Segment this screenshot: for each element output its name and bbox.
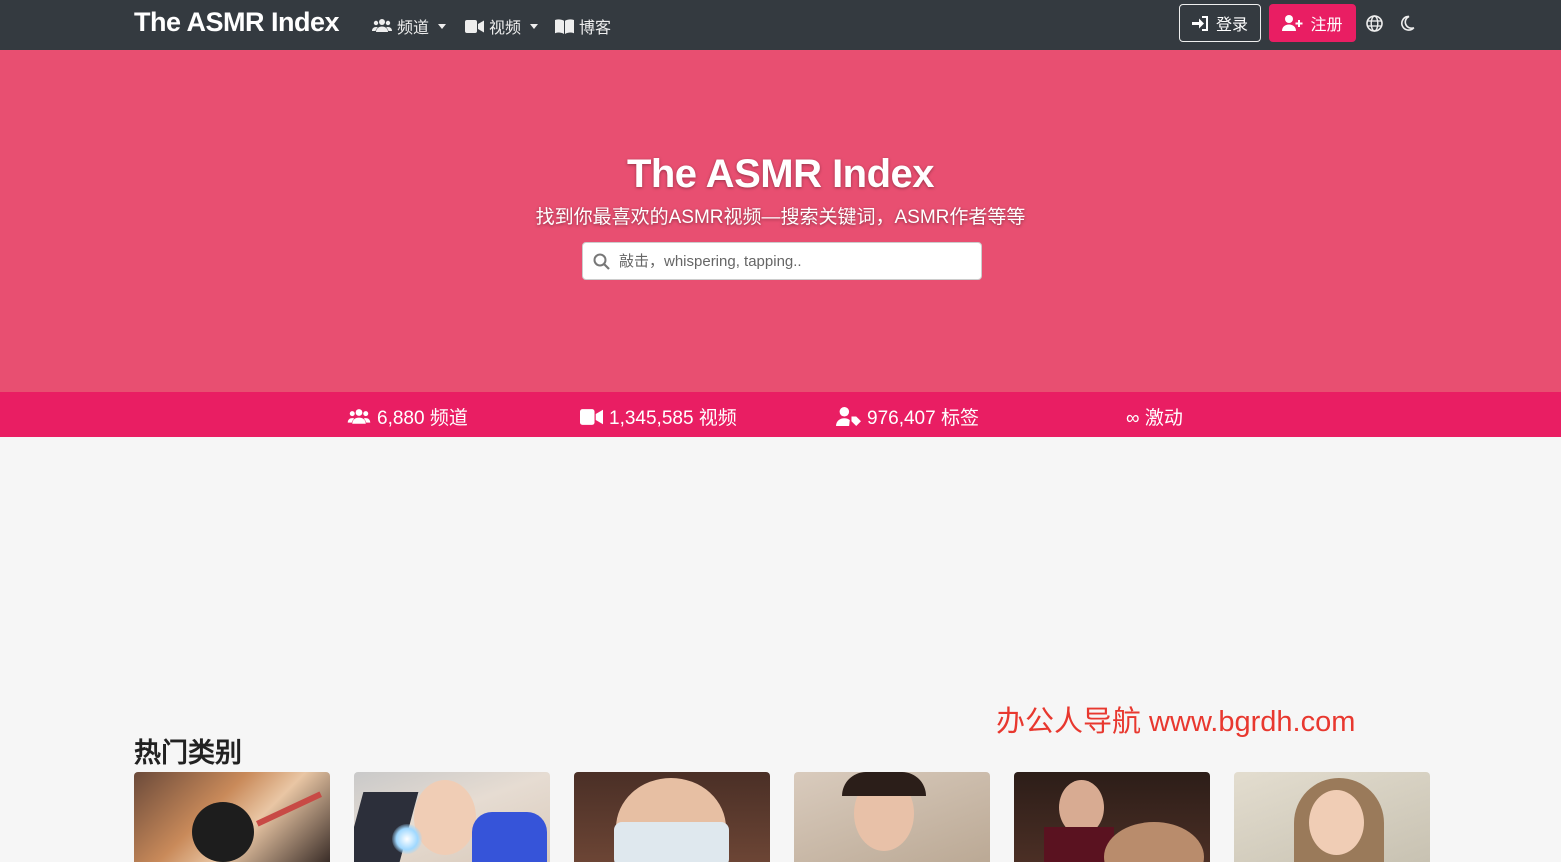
register-label: 注册 — [1310, 17, 1343, 34]
nav-blog-label: 博客 — [579, 20, 612, 37]
category-thumbnail[interactable] — [1234, 772, 1430, 862]
sign-in-icon — [1191, 15, 1208, 31]
category-thumbnail[interactable] — [574, 772, 770, 862]
register-button[interactable]: 注册 — [1269, 4, 1356, 42]
blue-glove-shape — [472, 812, 547, 862]
watermark-text: 办公人导航 www.bgrdh.com — [996, 706, 1356, 738]
nav-channels-label: 频道 — [397, 20, 430, 37]
globe-icon — [1365, 14, 1383, 32]
users-icon — [372, 19, 392, 32]
brand-logo[interactable]: The ASMR Index — [134, 7, 340, 38]
category-thumbnail[interactable] — [1014, 772, 1210, 862]
nav-channels-dropdown[interactable]: 频道 — [372, 14, 447, 38]
login-button[interactable]: 登录 — [1179, 4, 1261, 42]
stat-channels[interactable]: 6,880 频道 — [347, 403, 468, 430]
stat-videos[interactable]: 1,345,585 视频 — [580, 403, 737, 430]
users-icon — [347, 408, 371, 424]
user-tag-icon — [836, 407, 861, 426]
nav-videos-dropdown[interactable]: 视频 — [465, 14, 539, 38]
user-plus-icon — [1282, 15, 1303, 31]
category-thumbnail[interactable] — [354, 772, 550, 862]
mask-shape — [614, 822, 729, 862]
microphone-shape — [192, 802, 254, 862]
login-label: 登录 — [1215, 17, 1248, 34]
top-navbar: The ASMR Index 频道 视频 博客 登录 注册 — [0, 0, 1561, 50]
category-thumbnail[interactable] — [134, 772, 330, 862]
brush-shape — [256, 791, 322, 827]
light-glow-shape — [392, 824, 422, 854]
search-box[interactable] — [582, 242, 982, 280]
category-thumbnail[interactable] — [794, 772, 990, 862]
hero-subtitle: 找到你最喜欢的ASMR视频—搜索关键词，ASMR作者等等 — [535, 207, 1026, 228]
stats-bar: 6,880 频道 1,345,585 视频 976,407 标签 ∞ 激动 — [0, 392, 1561, 437]
video-icon — [580, 408, 603, 425]
nav-videos-label: 视频 — [489, 20, 522, 37]
dark-mode-toggle[interactable] — [1397, 13, 1417, 33]
chevron-down-icon — [438, 23, 447, 29]
hero-title: The ASMR Index — [626, 152, 935, 196]
stat-videos-text: 1,345,585 视频 — [609, 408, 737, 429]
nav-blog-link[interactable]: 博客 — [555, 14, 611, 38]
hero-banner: The ASMR Index 找到你最喜欢的ASMR视频—搜索关键词，ASMR作… — [0, 50, 1561, 392]
stat-tags[interactable]: 976,407 标签 — [836, 403, 979, 430]
search-input[interactable] — [619, 244, 969, 278]
popular-categories-title: 热门类别 — [134, 738, 242, 768]
chevron-down-icon — [530, 23, 539, 29]
video-icon — [465, 19, 484, 33]
stat-tags-text: 976,407 标签 — [867, 408, 979, 429]
face-shape — [1309, 790, 1364, 855]
hair-shape — [1104, 822, 1204, 862]
stat-channels-text: 6,880 频道 — [377, 408, 468, 429]
moon-icon — [1401, 15, 1415, 31]
book-icon — [555, 18, 574, 34]
language-globe-button[interactable] — [1364, 13, 1384, 33]
search-icon — [593, 253, 610, 270]
hair-shape — [842, 772, 926, 796]
stat-excitement-text: ∞ 激动 — [1126, 408, 1183, 429]
stat-excitement[interactable]: ∞ 激动 — [1126, 403, 1183, 430]
face-shape — [414, 780, 476, 855]
